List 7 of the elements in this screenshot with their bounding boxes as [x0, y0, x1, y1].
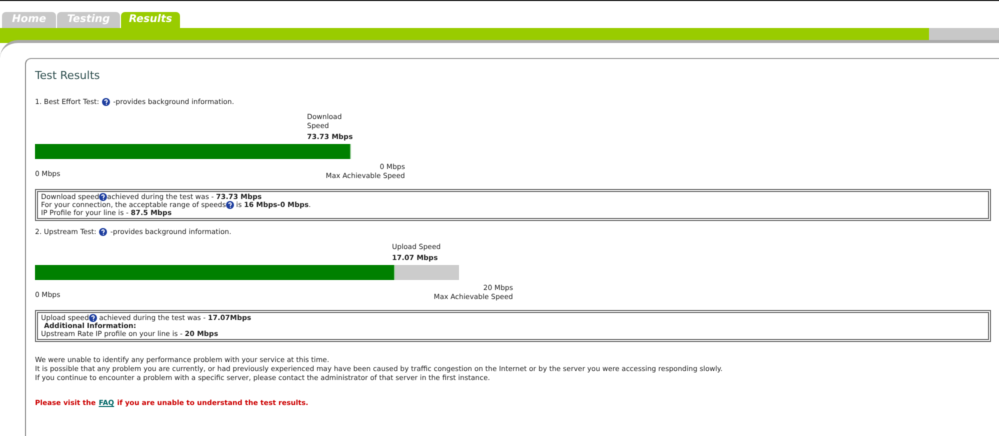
help-icon[interactable]	[88, 314, 97, 322]
nav-tab[interactable]: Results	[120, 12, 180, 28]
help-icon[interactable]	[99, 228, 108, 236]
help-icon[interactable]	[102, 98, 110, 106]
help-icon[interactable]	[226, 201, 234, 209]
page-title: Test Results	[35, 69, 101, 82]
help-icon[interactable]	[99, 193, 108, 201]
